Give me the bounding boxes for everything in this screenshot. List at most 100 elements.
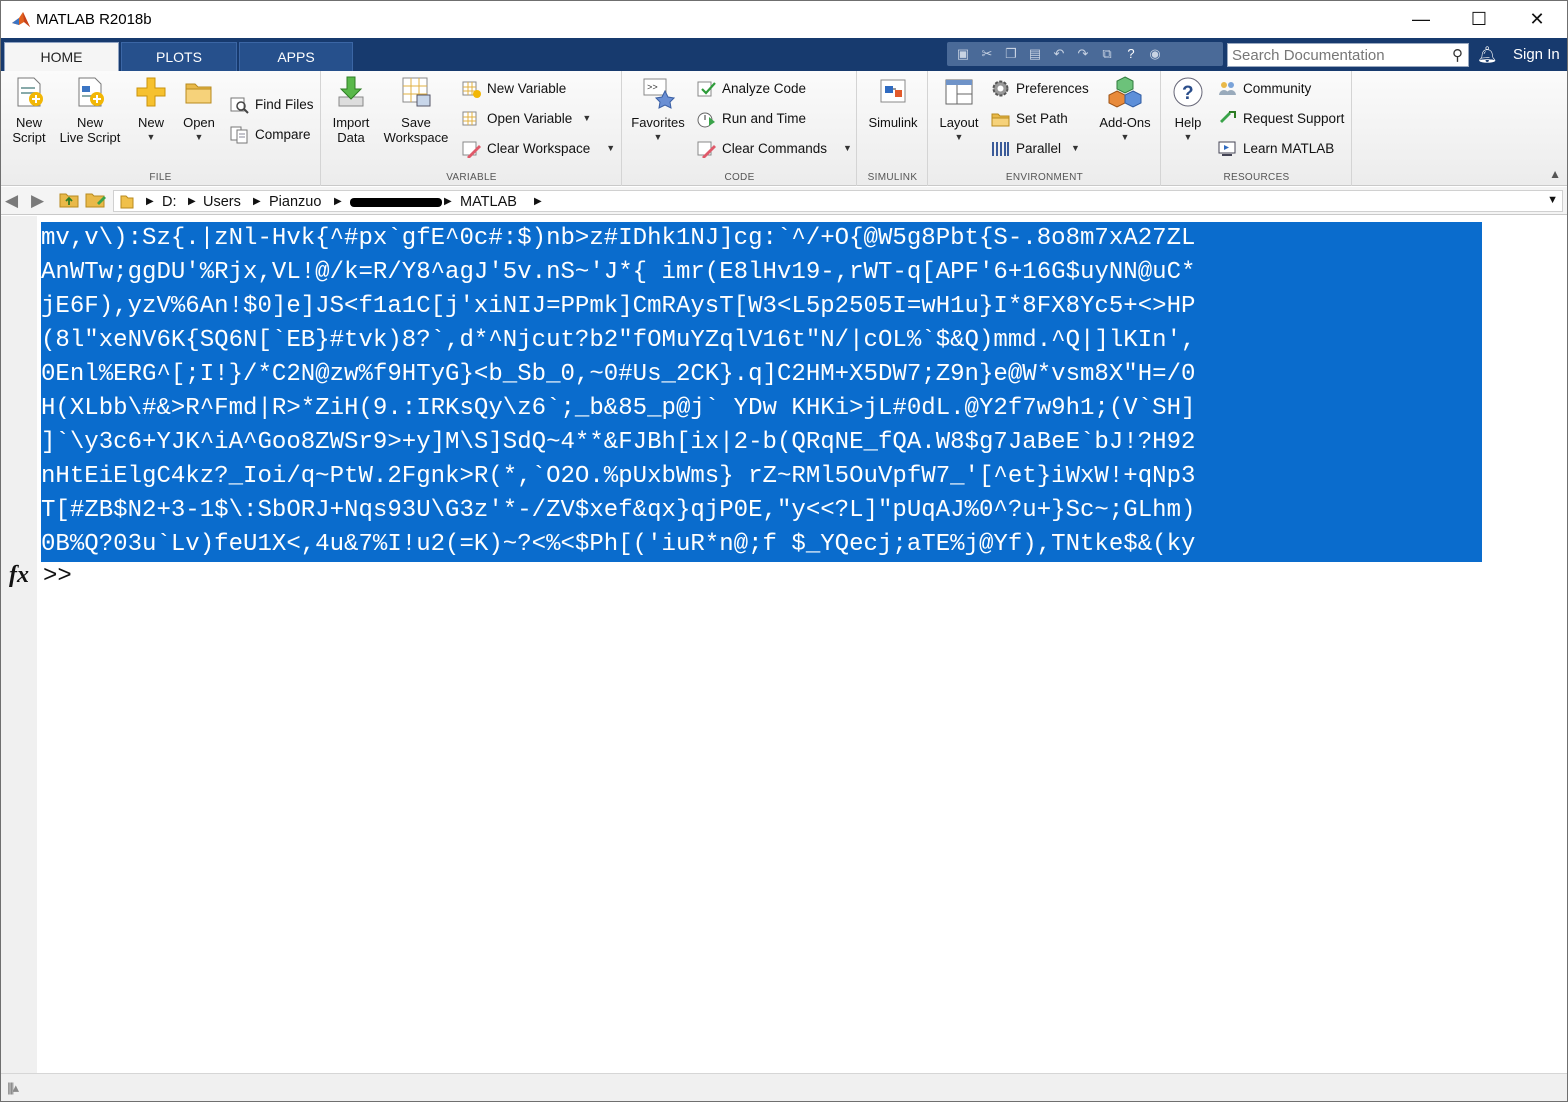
save-workspace-label-1: Save xyxy=(401,115,431,130)
add-ons-label: Add-Ons xyxy=(1099,115,1151,130)
open-variable-button[interactable]: Open Variable ▼ xyxy=(462,107,591,129)
open-button[interactable]: Open ▼ xyxy=(177,75,221,145)
sign-in-link[interactable]: Sign In xyxy=(1513,46,1560,63)
clear-commands-dropdown-icon[interactable]: ▼ xyxy=(843,143,852,153)
add-ons-button[interactable]: Add-Ons ▼ xyxy=(1095,75,1155,145)
command-window[interactable]: mv,v\):Sz{.|zNl-Hvk{^#px`gfE^0c#:$)nb>z#… xyxy=(1,216,1567,1073)
breadcrumb-drive[interactable]: D: xyxy=(162,194,177,210)
output-line[interactable]: nHtEiElgC4kz?_Ioi/q~PtW.2Fgnk>R(*,`O2O.%… xyxy=(41,460,1482,494)
search-documentation-input[interactable]: Search Documentation ⚲ xyxy=(1227,43,1469,67)
clear-commands-button[interactable]: Clear Commands ▼ xyxy=(697,137,852,159)
set-path-button[interactable]: Set Path xyxy=(991,107,1068,129)
breadcrumb-matlab[interactable]: MATLAB xyxy=(460,194,517,210)
tab-apps[interactable]: APPS xyxy=(239,42,353,71)
run-and-time-label: Run and Time xyxy=(722,110,807,126)
notifications-bell-icon[interactable]: 🔔︎ xyxy=(1477,45,1497,65)
analyze-code-button[interactable]: Analyze Code xyxy=(697,77,806,99)
layout-button[interactable]: Layout ▼ xyxy=(933,75,985,145)
output-line[interactable]: jE6F),yzV%6An!$0]e]JS<f1a1C[j'xiNIJ=PPmk… xyxy=(41,290,1482,324)
run-and-time-button[interactable]: Run and Time xyxy=(697,107,806,129)
function-browser-fx-icon[interactable]: fx xyxy=(9,562,29,589)
import-data-button[interactable]: Import Data xyxy=(328,75,374,145)
community-button[interactable]: Community xyxy=(1218,77,1311,99)
customize-toolbar-icon[interactable]: ◉ xyxy=(1145,45,1165,63)
tab-plots[interactable]: PLOTS xyxy=(121,42,237,71)
output-line[interactable]: (8l"xeNV6K{SQ6N[`EB}#tvk)8?`,d*^Njcut?b2… xyxy=(41,324,1482,358)
maximize-icon: ☐ xyxy=(1470,9,1488,29)
output-line[interactable]: AnWTw;ggDU'%Rjx,VL!@/k=R/Y8^agJ'5v.nS~'J… xyxy=(41,256,1482,290)
ribbon-section-environment: Layout ▼ Preferences Set Path Parallel ▼ xyxy=(929,71,1161,186)
preferences-gear-icon xyxy=(991,79,1010,98)
simulink-button[interactable]: Simulink xyxy=(864,75,922,130)
browse-folder-icon[interactable] xyxy=(85,190,107,213)
breadcrumb-separator-icon[interactable]: ▶ xyxy=(146,196,154,207)
status-grip-icon[interactable]: ||||▴ xyxy=(7,1080,19,1096)
new-live-script-button[interactable]: New Live Script xyxy=(57,75,123,145)
parallel-button[interactable]: Parallel ▼ xyxy=(991,137,1080,159)
paste-icon[interactable]: ▤ xyxy=(1025,45,1045,63)
output-line[interactable]: 0B%Q?03u`Lv)feU1X<,4u&7%I!u2(=K)~?<%<$Ph… xyxy=(41,528,1482,562)
collapse-ribbon-icon[interactable]: ▲ xyxy=(1549,167,1561,181)
help-icon[interactable]: ? xyxy=(1121,45,1141,63)
output-line[interactable]: T[#ZB$N2+3-1$\:SbORJ+Nqs93U\G3z'*-/ZV$xe… xyxy=(41,494,1482,528)
command-prompt[interactable]: >> xyxy=(43,563,72,590)
breadcrumb-pianzuo[interactable]: Pianzuo xyxy=(269,194,321,210)
output-line[interactable]: H(XLbb\#&>R^Fmd|R>*ZiH(9.:IRKsQy\z6`;_b&… xyxy=(41,392,1482,426)
root-folder-icon[interactable] xyxy=(120,193,134,213)
output-line[interactable]: ]`\y3c6+YJK^iA^Goo8ZWSr9>+y]M\S]SdQ~4**&… xyxy=(41,426,1482,460)
breadcrumb-separator-icon[interactable]: ▶ xyxy=(444,196,452,207)
new-variable-button[interactable]: New Variable xyxy=(462,77,566,99)
new-live-script-label-1: New xyxy=(76,115,103,130)
output-line[interactable]: mv,v\):Sz{.|zNl-Hvk{^#px`gfE^0c#:$)nb>z#… xyxy=(41,222,1482,256)
switch-windows-icon[interactable]: ⧉ xyxy=(1097,45,1117,63)
layout-dropdown-icon: ▼ xyxy=(954,132,964,142)
open-variable-icon xyxy=(462,109,481,128)
clear-commands-icon xyxy=(697,139,716,159)
breadcrumb-separator-icon[interactable]: ▶ xyxy=(188,196,196,207)
new-variable-label: New Variable xyxy=(487,80,567,96)
new-script-button[interactable]: New Script xyxy=(7,75,51,145)
output-line[interactable]: 0Enl%ERG^[;I!}/*C2N@zw%f9HTyG}<b_Sb_0,~0… xyxy=(41,358,1482,392)
breadcrumb-users[interactable]: Users xyxy=(203,194,241,210)
breadcrumb-separator-icon[interactable]: ▶ xyxy=(253,196,261,207)
path-breadcrumb[interactable]: ▶ D: ▶ Users ▶ Pianzuo ▶ ▶ MATLAB ▶ ▼ xyxy=(113,190,1563,212)
copy-icon[interactable]: ❐ xyxy=(1001,45,1021,63)
save-workspace-button[interactable]: Save Workspace xyxy=(380,75,452,145)
undo-icon[interactable]: ↶ xyxy=(1049,45,1069,63)
open-variable-label: Open Variable xyxy=(487,110,573,126)
minimize-button[interactable]: — xyxy=(1392,1,1450,38)
section-label-file: FILE xyxy=(149,172,172,183)
redo-icon[interactable]: ↷ xyxy=(1073,45,1093,63)
save-icon[interactable]: ▣ xyxy=(953,45,973,63)
favorites-button[interactable]: >> Favorites ▼ xyxy=(629,75,687,145)
compare-button[interactable]: Compare xyxy=(230,123,311,145)
ribbon-tab-strip: HOME PLOTS APPS ▣ ✂ ❐ ▤ ↶ ↷ ⧉ ? ◉ Search… xyxy=(1,38,1567,71)
learn-matlab-button[interactable]: Learn MATLAB xyxy=(1218,137,1334,159)
find-files-button[interactable]: Find Files xyxy=(230,93,314,115)
search-icon[interactable]: ⚲ xyxy=(1452,46,1463,64)
path-history-dropdown-icon[interactable]: ▼ xyxy=(1547,194,1558,206)
request-support-button[interactable]: Request Support xyxy=(1218,107,1344,129)
clear-workspace-button[interactable]: Clear Workspace ▼ xyxy=(462,137,615,159)
breadcrumb-separator-icon[interactable]: ▶ xyxy=(534,196,542,207)
parallel-dropdown-icon[interactable]: ▼ xyxy=(1071,143,1080,153)
help-button[interactable]: ? Help ▼ xyxy=(1166,75,1210,145)
clear-workspace-dropdown-icon[interactable]: ▼ xyxy=(606,143,615,153)
tab-home[interactable]: HOME xyxy=(4,42,119,71)
open-variable-dropdown-icon[interactable]: ▼ xyxy=(582,113,591,123)
cut-icon[interactable]: ✂ xyxy=(977,45,997,63)
close-button[interactable]: ✕ xyxy=(1508,1,1566,38)
preferences-button[interactable]: Preferences xyxy=(991,77,1089,99)
find-files-icon xyxy=(230,95,249,114)
clear-commands-label: Clear Commands xyxy=(722,140,828,156)
up-folder-icon[interactable] xyxy=(59,190,79,213)
community-people-icon xyxy=(1218,79,1237,98)
maximize-button[interactable]: ☐ xyxy=(1450,1,1508,38)
new-live-script-icon xyxy=(73,75,107,109)
forward-arrow-icon[interactable]: ▶ xyxy=(31,191,44,211)
breadcrumb-separator-icon[interactable]: ▶ xyxy=(334,196,342,207)
open-label: Open xyxy=(183,115,215,130)
new-script-label-2: Script xyxy=(12,130,46,145)
back-arrow-icon[interactable]: ◀ xyxy=(5,191,18,211)
new-button[interactable]: New ▼ xyxy=(129,75,173,145)
